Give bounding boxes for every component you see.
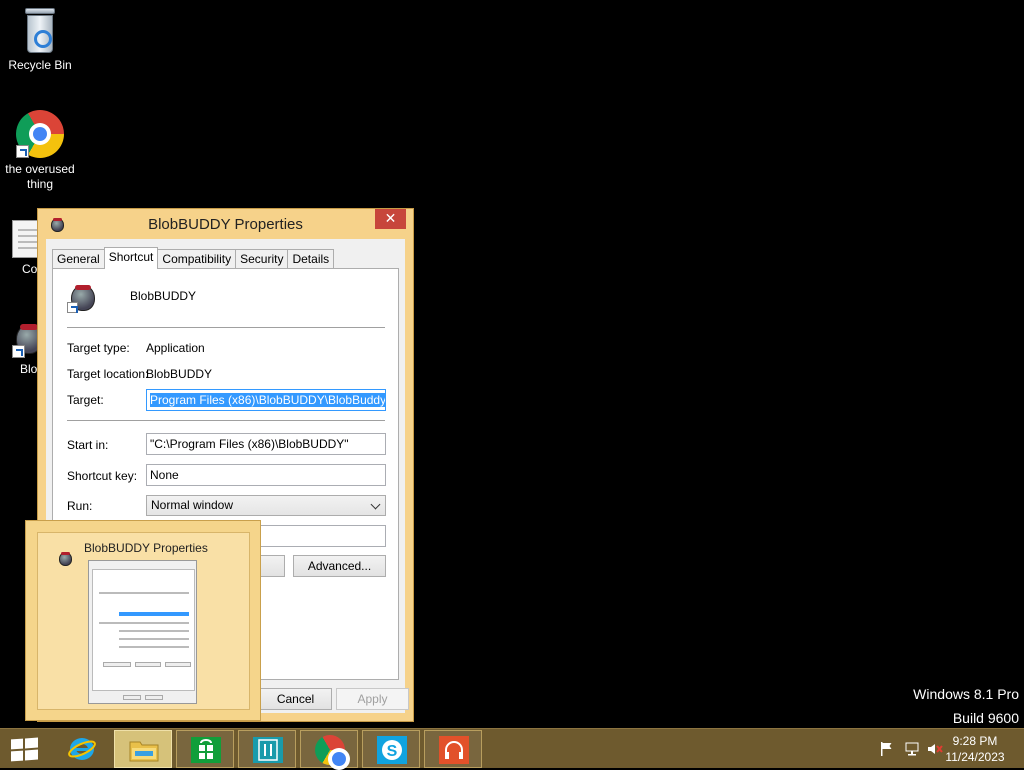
svg-text:S: S xyxy=(387,743,398,760)
app-icon xyxy=(67,281,99,313)
start-in-field[interactable]: "C:\Program Files (x86)\BlobBUDDY" xyxy=(146,433,386,455)
system-tray: 9:28 PM 11/24/2023 xyxy=(864,729,1024,769)
clock-date: 11/24/2023 xyxy=(945,750,1005,764)
cancel-button[interactable]: Cancel xyxy=(259,688,332,710)
start-button[interactable] xyxy=(0,730,50,768)
dialog-titlebar[interactable]: BlobBUDDY Properties ✕ xyxy=(38,209,413,239)
skype-taskbar-button[interactable]: S xyxy=(362,730,420,768)
target-field[interactable]: Program Files (x86)\BlobBUDDY\BlobBuddy.… xyxy=(146,389,386,411)
run-label: Run: xyxy=(67,499,93,513)
folder-icon xyxy=(129,738,159,762)
desktop-icon-label: Recycle Bin xyxy=(8,58,72,72)
thumbnail-title: BlobBUDDY Properties xyxy=(84,541,208,555)
thumbnail-frame: BlobBUDDY Properties xyxy=(37,532,250,710)
run-select[interactable]: Normal window xyxy=(146,495,386,516)
clock-time: 9:28 PM xyxy=(952,734,998,748)
chrome-desktop-shortcut[interactable]: the overused thing xyxy=(0,110,80,192)
blobbuddy-icon xyxy=(56,549,74,567)
shortcut-key-label: Shortcut key: xyxy=(67,469,138,483)
windows-edition-watermark: Windows 8.1 Pro xyxy=(913,686,1019,702)
tab-shortcut[interactable]: Shortcut xyxy=(103,247,159,269)
chrome-icon xyxy=(315,735,350,770)
windows-logo-icon xyxy=(11,737,39,762)
target-location-value: BlobBUDDY xyxy=(146,367,213,381)
file-explorer-taskbar-button[interactable] xyxy=(114,730,172,768)
store-icon xyxy=(191,737,221,763)
target-value: Program Files (x86)\BlobBUDDY\BlobBuddy.… xyxy=(150,393,385,407)
shortcut-key-field[interactable]: None xyxy=(146,464,386,486)
desktop: Recycle Bin the overused thing Colla Blo… xyxy=(0,0,1024,728)
target-label: Target: xyxy=(67,393,104,407)
advanced-button[interactable]: Advanced... xyxy=(293,555,386,577)
network-icon[interactable] xyxy=(904,741,920,757)
taskbar: S 9:28 PM 11/24/2023 xyxy=(0,728,1024,770)
internet-explorer-icon xyxy=(68,736,96,762)
thumbnail-panel xyxy=(92,569,195,691)
divider xyxy=(67,420,385,421)
store-taskbar-button[interactable] xyxy=(176,730,234,768)
tab-strip: General Shortcut Compatibility Security … xyxy=(52,247,335,269)
tab-details[interactable]: Details xyxy=(287,249,335,269)
app-name: BlobBUDDY xyxy=(130,289,197,303)
thumbnail-window xyxy=(88,560,197,704)
chevron-down-icon xyxy=(370,499,381,510)
tab-security[interactable]: Security xyxy=(235,249,289,269)
run-value: Normal window xyxy=(151,498,234,512)
skype-icon: S xyxy=(377,736,407,764)
shortcut-arrow-icon xyxy=(16,145,29,158)
tab-compatibility[interactable]: Compatibility xyxy=(157,249,237,269)
dialog-title: BlobBUDDY Properties xyxy=(148,216,303,233)
taskbar-thumbnail-preview[interactable]: BlobBUDDY Properties xyxy=(25,520,261,721)
action-center-flag-icon[interactable] xyxy=(880,741,894,757)
fork-knife-icon xyxy=(253,737,283,763)
food-app-taskbar-button[interactable] xyxy=(238,730,296,768)
recycle-bin-icon xyxy=(23,8,57,54)
desktop-icon-label: the overused thing xyxy=(5,162,75,191)
target-type-label: Target type: xyxy=(67,341,130,355)
divider xyxy=(67,327,385,328)
clock[interactable]: 9:28 PM 11/24/2023 xyxy=(940,733,1010,765)
music-app-taskbar-button[interactable] xyxy=(424,730,482,768)
tab-general[interactable]: General xyxy=(52,249,105,269)
recycle-bin-desktop-icon[interactable]: Recycle Bin xyxy=(0,8,80,73)
apply-button[interactable]: Apply xyxy=(336,688,409,710)
shortcut-arrow-icon xyxy=(67,302,78,313)
start-in-label: Start in: xyxy=(67,438,109,452)
internet-explorer-taskbar-button[interactable] xyxy=(53,730,111,768)
close-button[interactable]: ✕ xyxy=(375,209,406,229)
target-location-label: Target location: xyxy=(67,367,149,381)
chrome-taskbar-button[interactable] xyxy=(300,730,358,770)
build-watermark: Build 9600 xyxy=(952,710,1019,726)
headphones-icon xyxy=(439,736,469,764)
target-type-value: Application xyxy=(146,341,205,355)
shortcut-arrow-icon xyxy=(12,345,25,358)
